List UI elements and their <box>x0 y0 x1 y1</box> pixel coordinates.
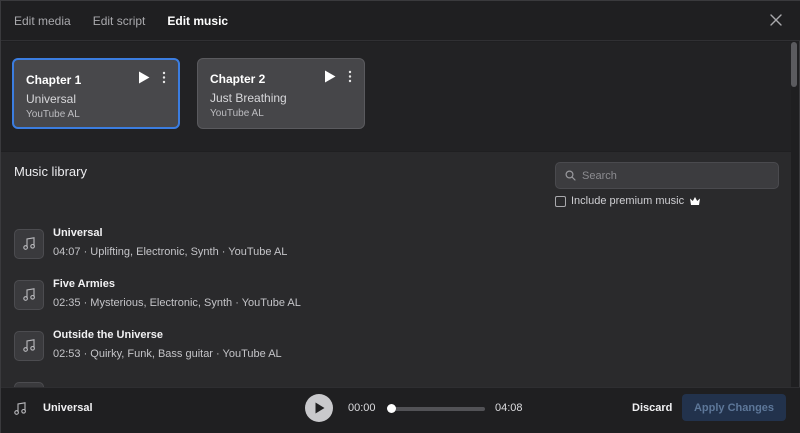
player-bar: Universal 00:00 04:08 Discard Apply Chan… <box>1 387 800 433</box>
track-row[interactable]: Five Armies 02:35 · Mysterious, Electron… <box>14 274 774 320</box>
discard-button[interactable]: Discard <box>632 402 672 414</box>
play-button[interactable] <box>305 394 333 422</box>
chapter-title: Chapter 2 <box>210 72 266 86</box>
edit-music-dialog: Edit media Edit script Edit music Chapte… <box>0 0 800 433</box>
apply-changes-button[interactable]: Apply Changes <box>682 394 786 421</box>
premium-toggle[interactable]: Include premium music <box>555 194 701 208</box>
chapter-source: YouTube AL <box>26 109 80 120</box>
search-input[interactable] <box>582 163 772 188</box>
music-note-icon <box>23 288 35 301</box>
track-meta: 02:53 · Quirky, Funk, Bass guitar · YouT… <box>53 348 282 360</box>
chapter-card-1[interactable]: Chapter 1 Universal YouTube AL <box>12 58 180 129</box>
premium-label: Include premium music <box>571 195 685 207</box>
music-library-title: Music library <box>14 164 87 179</box>
track-name: Outside the Universe <box>53 329 164 341</box>
track-meta: 04:07 · Uplifting, Electronic, Synth · Y… <box>53 246 288 258</box>
now-playing-title: Universal <box>43 402 93 414</box>
track-thumbnail <box>14 331 44 361</box>
tab-edit-music[interactable]: Edit music <box>167 14 228 28</box>
chapter-source: YouTube AL <box>210 108 264 119</box>
track-row-partial[interactable] <box>14 376 774 387</box>
tab-edit-script[interactable]: Edit script <box>93 14 146 28</box>
track-row[interactable]: Universal 04:07 · Uplifting, Electronic,… <box>14 223 774 269</box>
total-time: 04:08 <box>495 402 523 414</box>
chapter-card-2[interactable]: Chapter 2 Just Breathing YouTube AL <box>197 58 365 129</box>
current-time: 00:00 <box>348 402 376 414</box>
progress-knob[interactable] <box>387 404 396 413</box>
play-icon <box>315 402 325 414</box>
scrollbar-thumb[interactable] <box>791 42 797 87</box>
close-icon[interactable] <box>769 13 783 27</box>
music-note-icon <box>23 237 35 250</box>
track-thumbnail <box>14 280 44 310</box>
crown-icon <box>690 197 701 205</box>
tab-bar: Edit media Edit script Edit music <box>14 1 228 41</box>
chapter-list: Chapter 1 Universal YouTube AL Chapter 2… <box>1 42 791 151</box>
chapter-song: Universal <box>26 92 77 106</box>
track-name: Universal <box>53 227 103 239</box>
track-thumbnail <box>14 229 44 259</box>
music-note-icon <box>23 339 35 352</box>
track-row[interactable]: Outside the Universe 02:53 · Quirky, Fun… <box>14 325 774 371</box>
play-icon[interactable] <box>324 70 336 83</box>
track-name: Five Armies <box>53 278 115 290</box>
music-note-icon <box>14 402 26 415</box>
tab-edit-media[interactable]: Edit media <box>14 14 71 28</box>
progress-slider[interactable] <box>387 404 485 413</box>
search-icon <box>565 170 576 181</box>
chapter-title: Chapter 1 <box>26 73 82 87</box>
chapter-song: Just Breathing <box>210 91 287 105</box>
more-options-icon[interactable] <box>348 70 352 83</box>
track-meta: 02:35 · Mysterious, Electronic, Synth · … <box>53 297 301 309</box>
more-options-icon[interactable] <box>162 71 166 84</box>
dialog-header: Edit media Edit script Edit music <box>1 1 800 41</box>
search-box <box>555 162 779 189</box>
premium-checkbox[interactable] <box>555 195 566 207</box>
music-library: Music library Include premium music <box>1 152 791 387</box>
play-icon[interactable] <box>138 71 150 84</box>
